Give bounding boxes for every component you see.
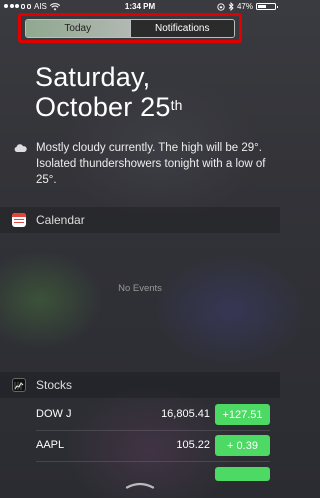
- battery-percent: 47%: [236, 2, 253, 11]
- segmented-control: Today Notifications: [25, 19, 235, 38]
- bluetooth-icon: [228, 2, 234, 11]
- stock-change-badge[interactable]: +127.51: [215, 404, 270, 425]
- chevron-handle-icon[interactable]: [125, 481, 155, 489]
- stock-row-dowj[interactable]: DOW J 16,805.41 +127.51: [0, 404, 280, 426]
- stocks-header[interactable]: Stocks: [0, 372, 280, 398]
- stock-symbol: AAPL: [36, 439, 65, 451]
- status-bar: AIS 1:34 PM 47%: [0, 0, 280, 14]
- tab-notifications[interactable]: Notifications: [129, 20, 234, 37]
- battery-icon: [256, 3, 278, 10]
- stock-change-badge-partial: [215, 467, 270, 481]
- stock-change-badge[interactable]: + 0.39: [215, 435, 270, 456]
- stocks-chart-icon: [14, 382, 24, 390]
- no-events-label: No Events: [118, 283, 162, 294]
- orientation-lock-icon: [217, 2, 225, 11]
- date-suffix: th: [170, 97, 183, 113]
- date-day: October 25th: [35, 92, 183, 122]
- weather-text: Mostly cloudy currently. The high will b…: [36, 142, 266, 186]
- date-heading: Saturday, October 25th: [35, 62, 183, 122]
- calendar-icon: [12, 213, 26, 227]
- stock-divider: [36, 461, 270, 462]
- stock-divider: [36, 430, 270, 431]
- stock-symbol: DOW J: [36, 408, 72, 420]
- date-month-day: October 25: [35, 92, 171, 122]
- stock-price: 105.22: [176, 439, 210, 451]
- tab-today[interactable]: Today: [26, 20, 130, 37]
- date-weekday: Saturday,: [35, 62, 151, 92]
- stock-row-aapl[interactable]: AAPL 105.22 + 0.39: [0, 435, 280, 457]
- calendar-title: Calendar: [36, 213, 85, 227]
- stocks-title: Stocks: [36, 378, 73, 392]
- stock-price: 16,805.41: [161, 408, 210, 420]
- stocks-icon: [12, 378, 26, 392]
- calendar-header[interactable]: Calendar: [0, 207, 280, 233]
- cloud-icon: [14, 144, 27, 152]
